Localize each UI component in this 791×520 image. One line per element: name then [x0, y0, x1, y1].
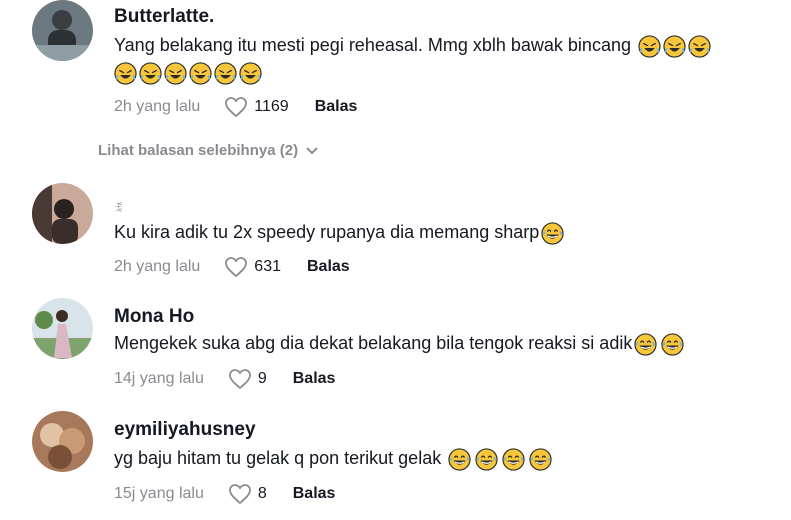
comment-text: yg baju hitam tu gelak q pon terikut gel… — [114, 445, 774, 472]
view-more-replies-button[interactable]: Lihat balasan selebihnya (2) — [98, 142, 318, 159]
reply-button[interactable]: Balas — [315, 98, 358, 116]
heart-icon — [228, 483, 252, 505]
comment-text: Yang belakang itu mesti pegi reheasal. M… — [114, 32, 774, 86]
reply-button[interactable]: Balas — [293, 485, 336, 503]
rofl-emoji — [114, 62, 137, 85]
like-button[interactable]: 631 — [224, 256, 281, 278]
timestamp: 14j yang lalu — [114, 370, 204, 387]
grin-sweat-emoji — [502, 448, 525, 471]
grin-sweat-emoji — [634, 333, 657, 356]
rofl-emoji — [139, 62, 162, 85]
comment-text: Ku kira adik tu 2x speedy rupanya dia me… — [114, 219, 774, 246]
heart-icon — [228, 368, 252, 390]
comment-meta: 2h yang lalu 1169 Balas — [114, 96, 357, 118]
username[interactable]: ꉂ — [114, 199, 123, 215]
comment-text-line: yg baju hitam tu gelak q pon terikut gel… — [114, 448, 447, 468]
chevron-down-icon — [306, 146, 318, 154]
grin-sweat-emoji — [529, 448, 552, 471]
rofl-emoji — [214, 62, 237, 85]
rofl-emoji — [688, 35, 711, 58]
rofl-emoji — [189, 62, 212, 85]
avatar[interactable] — [32, 0, 93, 61]
avatar[interactable] — [32, 183, 93, 244]
like-button[interactable]: 1169 — [224, 96, 289, 118]
comment-meta: 14j yang lalu 9 Balas — [114, 368, 335, 390]
rofl-emoji — [663, 35, 686, 58]
like-count: 1169 — [254, 98, 289, 115]
username[interactable]: eymiliyahusney — [114, 419, 256, 441]
like-count: 8 — [257, 485, 267, 502]
grin-sweat-emoji — [475, 448, 498, 471]
comment-text-line: Ku kira adik tu 2x speedy rupanya dia me… — [114, 222, 540, 242]
comment-meta: 2h yang lalu 631 Balas — [114, 256, 350, 278]
heart-icon — [224, 96, 248, 118]
avatar[interactable] — [32, 411, 93, 472]
timestamp: 2h yang lalu — [114, 98, 201, 115]
grin-sweat-emoji — [448, 448, 471, 471]
rofl-emoji — [164, 62, 187, 85]
reply-button[interactable]: Balas — [293, 370, 336, 388]
rofl-emoji — [239, 62, 262, 85]
timestamp: 15j yang lalu — [114, 485, 204, 502]
comment-text-line: Yang belakang itu mesti pegi reheasal. M… — [114, 35, 636, 55]
reply-button[interactable]: Balas — [307, 258, 350, 276]
like-button[interactable]: 9 — [228, 368, 267, 390]
comment-text: Mengekek suka abg dia dekat belakang bil… — [114, 330, 774, 357]
timestamp: 2h yang lalu — [114, 258, 201, 275]
like-count: 631 — [254, 258, 281, 275]
rofl-emoji — [638, 35, 661, 58]
grin-sweat-emoji — [661, 333, 684, 356]
avatar[interactable] — [32, 298, 93, 359]
like-count: 9 — [257, 370, 267, 387]
heart-icon — [224, 256, 248, 278]
like-button[interactable]: 8 — [228, 483, 267, 505]
comment-text-line: Mengekek suka abg dia dekat belakang bil… — [114, 333, 633, 353]
view-more-replies-label: Lihat balasan selebihnya (2) — [98, 142, 299, 159]
username[interactable]: Mona Ho — [114, 306, 194, 328]
grin-sweat-emoji — [541, 222, 564, 245]
username[interactable]: Butterlatte. — [114, 6, 214, 28]
comment-meta: 15j yang lalu 8 Balas — [114, 483, 335, 505]
